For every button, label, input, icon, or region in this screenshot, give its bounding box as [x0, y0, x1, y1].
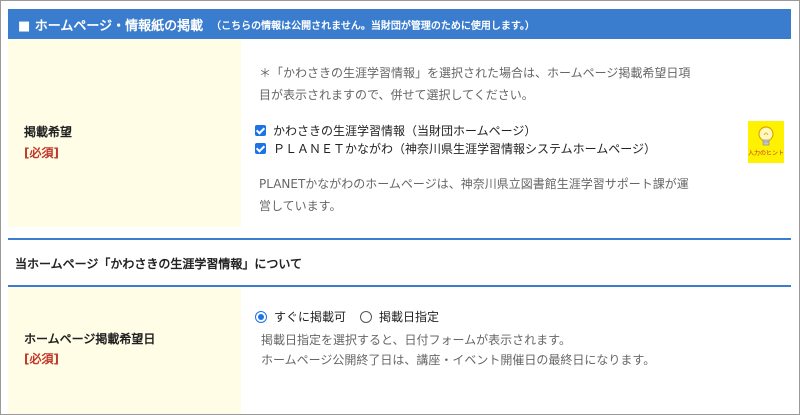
- publish-date-label-cell: ホームページ掲載希望日 [必須]: [8, 288, 241, 414]
- planet-note-line-1: PLANETかながわのホームページは、神奈川県立図書館生涯学習サポート課が運: [259, 177, 689, 191]
- hint-label: 入力のヒント: [748, 150, 785, 157]
- publish-wish-row: 掲載希望 [必須] ＊「かわさきの生涯学習情報」を選択された場合は、ホームページ…: [8, 39, 791, 227]
- required-badge: [必須]: [24, 146, 59, 160]
- option-kawasaki-homepage[interactable]: かわさきの生涯学習情報（当財団ホームページ）: [255, 122, 536, 139]
- radio-button-immediately[interactable]: [255, 310, 267, 323]
- publish-date-note-line-2: ホームページ公開終了日は、講座・イベント開催日の最終日になります。: [261, 353, 656, 367]
- form-frame: ■ ホームページ・情報紙の掲載 （こちらの情報は公開されません。当財団が管理のた…: [0, 0, 800, 415]
- publish-note: ＊「かわさきの生涯学習情報」を選択された場合は、ホームページ掲載希望日項 目が表…: [259, 62, 759, 106]
- publish-date-note-line-1: 掲載日指定を選択すると、日付フォームが表示されます。: [261, 333, 571, 347]
- section-header-subtitle: （こちらの情報は公開されません。当財団が管理のために使用します。）: [211, 20, 535, 32]
- publish-wish-label: 掲載希望: [24, 125, 73, 139]
- publish-note-line-1: ＊「かわさきの生涯学習情報」を選択された場合は、ホームページ掲載希望日項: [259, 66, 691, 80]
- about-homepage-title: 当ホームページ「かわさきの生涯学習情報」について: [15, 257, 303, 271]
- publish-date-note: 掲載日指定を選択すると、日付フォームが表示されます。 ホームページ公開終了日は、…: [261, 330, 655, 370]
- section-divider-bottom: [8, 285, 791, 287]
- section-header-title: ■ ホームページ・情報紙の掲載: [18, 18, 204, 34]
- radio-button-specify-date[interactable]: [360, 310, 373, 323]
- publish-wish-label-cell: 掲載希望 [必須]: [8, 39, 241, 227]
- section-header-publishing: ■ ホームページ・情報紙の掲載 （こちらの情報は公開されません。当財団が管理のた…: [8, 9, 791, 39]
- publish-date-label: ホームページ掲載希望日: [24, 332, 156, 346]
- publish-date-row: ホームページ掲載希望日 [必須] すぐに掲載可 掲載日指定 掲載日指定を選択する…: [8, 288, 791, 414]
- radio-specify-date[interactable]: 掲載日指定: [360, 308, 439, 325]
- radio-immediately-label: すぐに掲載可: [274, 310, 347, 324]
- planet-note-line-2: 営しています。: [259, 199, 342, 213]
- checkbox-planet[interactable]: [255, 143, 266, 154]
- input-hint-button[interactable]: 入力のヒント: [748, 121, 784, 163]
- option-kawasaki-label: かわさきの生涯学習情報（当財団ホームページ）: [273, 124, 537, 138]
- radio-specify-date-label: 掲載日指定: [379, 310, 440, 324]
- radio-publish-immediately[interactable]: すぐに掲載可: [255, 308, 346, 325]
- publish-date-radio-group: すぐに掲載可 掲載日指定: [255, 308, 439, 325]
- section-divider-top: [8, 238, 791, 240]
- option-planet-label: ＰＬＡＮＥＴかながわ（神奈川県生涯学習情報システムホームページ）: [273, 142, 657, 156]
- lightbulb-icon: [758, 126, 774, 146]
- checkbox-kawasaki[interactable]: [255, 125, 266, 136]
- publish-note-line-2: 目が表示されますので、併せて選択してください。: [259, 88, 534, 102]
- option-planet-kanagawa[interactable]: ＰＬＡＮＥＴかながわ（神奈川県生涯学習情報システムホームページ）: [255, 140, 656, 157]
- required-badge: [必須]: [24, 352, 59, 366]
- planet-note: PLANETかながわのホームページは、神奈川県立図書館生涯学習サポート課が運 営…: [259, 173, 759, 217]
